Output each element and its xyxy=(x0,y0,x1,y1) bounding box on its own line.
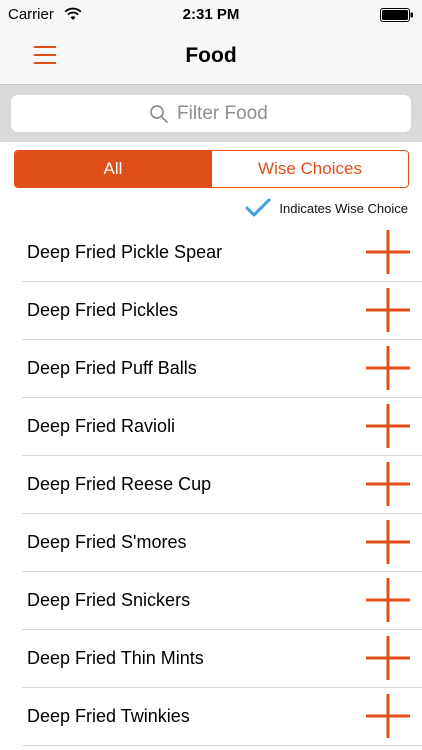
status-bar: Carrier 2:31 PM xyxy=(0,0,422,30)
battery-icon xyxy=(380,8,413,22)
food-name: Deep Fried S'mores xyxy=(27,532,187,552)
list-item[interactable]: Deep Fried Twinkies xyxy=(22,688,422,746)
filter-segmented-control: All Wise Choices xyxy=(14,150,409,188)
plus-icon xyxy=(366,520,410,564)
food-name: Deep Fried Snickers xyxy=(27,590,191,610)
plus-icon xyxy=(366,636,410,680)
food-name: Deep Fried Thin Mints xyxy=(27,648,204,668)
list-item[interactable]: Deep Fried Puff Balls xyxy=(22,340,422,398)
add-button[interactable] xyxy=(366,288,410,332)
plus-icon xyxy=(366,288,410,332)
plus-icon xyxy=(366,462,410,506)
search-bar xyxy=(0,85,422,142)
plus-icon xyxy=(366,230,410,274)
add-button[interactable] xyxy=(366,694,410,738)
tab-all-label: All xyxy=(103,159,123,178)
list-item[interactable]: Deep Fried Pickles xyxy=(22,282,422,340)
status-time: 2:31 PM xyxy=(182,6,240,23)
plus-icon xyxy=(366,346,410,390)
food-name: Deep Fried Pickles xyxy=(27,300,179,320)
add-button[interactable] xyxy=(366,346,410,390)
plus-icon xyxy=(366,578,410,622)
wise-choice-legend: Indicates Wise Choice xyxy=(245,198,408,218)
add-button[interactable] xyxy=(366,404,410,448)
search-input[interactable] xyxy=(177,102,273,125)
list-item[interactable]: Deep Fried Thin Mints xyxy=(22,630,422,688)
food-name: Deep Fried Reese Cup xyxy=(27,474,212,494)
tab-wise-choices[interactable]: Wise Choices xyxy=(211,151,408,187)
add-button[interactable] xyxy=(366,578,410,622)
add-button[interactable] xyxy=(366,230,410,274)
plus-icon xyxy=(366,694,410,738)
food-list: Deep Fried Pickle Spear Deep Fried Pickl… xyxy=(0,224,422,746)
checkmark-icon xyxy=(245,198,271,217)
list-item[interactable]: Deep Fried Snickers xyxy=(22,572,422,630)
search-icon xyxy=(150,104,168,123)
tab-all[interactable]: All xyxy=(15,151,211,187)
food-name: Deep Fried Pickle Spear xyxy=(27,242,223,262)
food-name: Deep Fried Ravioli xyxy=(27,416,176,436)
add-button[interactable] xyxy=(366,520,410,564)
plus-icon xyxy=(366,404,410,448)
food-name: Deep Fried Puff Balls xyxy=(27,358,197,378)
add-button[interactable] xyxy=(366,636,410,680)
list-item[interactable]: Deep Fried Ravioli xyxy=(22,398,422,456)
page-title: Food xyxy=(185,44,237,67)
add-button[interactable] xyxy=(366,462,410,506)
legend-text: Indicates Wise Choice xyxy=(279,200,408,216)
list-item[interactable]: Deep Fried Pickle Spear xyxy=(22,224,422,282)
list-item[interactable]: Deep Fried S'mores xyxy=(22,514,422,572)
navigation-bar: Food xyxy=(0,30,422,85)
tab-wise-choices-label: Wise Choices xyxy=(258,159,362,178)
food-name: Deep Fried Twinkies xyxy=(27,706,190,726)
search-field[interactable] xyxy=(11,95,411,132)
list-item[interactable]: Deep Fried Reese Cup xyxy=(22,456,422,514)
